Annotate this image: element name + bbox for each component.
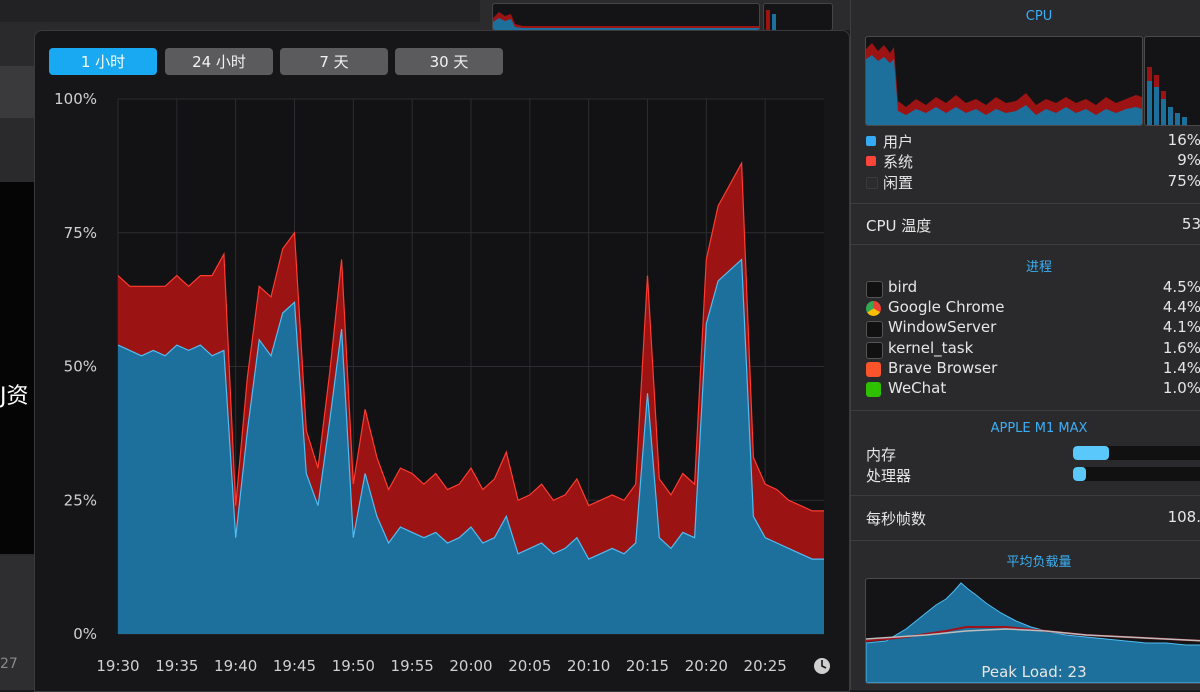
x-tick-label: 20:00 xyxy=(449,657,492,675)
top-mini-chart-2-graph xyxy=(766,10,776,30)
cpu-temperature-label: CPU 温度 xyxy=(866,217,932,235)
peak-load-label: Peak Load: 23 xyxy=(981,663,1087,681)
legend-user-swatch xyxy=(866,136,876,146)
cpu-section-title: CPU xyxy=(1025,9,1053,24)
x-tick-label: 19:45 xyxy=(273,657,316,675)
legend-system-value: 9% xyxy=(1177,151,1200,169)
top-mini-charts xyxy=(480,0,850,31)
chrome-icon xyxy=(866,301,881,316)
background-titlebar xyxy=(0,0,480,22)
fps-value: 108. xyxy=(1167,508,1200,526)
process-name: Google Chrome xyxy=(888,298,1005,316)
top-mini-chart-1 xyxy=(492,3,760,31)
processes-section-title: 进程 xyxy=(1025,260,1052,275)
cpu-mini-chart-cores xyxy=(1144,36,1200,126)
top-mini-chart-2 xyxy=(763,3,833,31)
process-name: Brave Browser xyxy=(888,359,998,377)
divider xyxy=(851,244,1200,245)
gpu-processor-bar xyxy=(1073,467,1200,481)
divider xyxy=(851,495,1200,496)
process-name: WeChat xyxy=(888,379,947,397)
cpu-temperature-value: 53 xyxy=(1181,215,1200,233)
fps-label: 每秒帧数 xyxy=(866,510,927,528)
wechat-icon xyxy=(866,382,881,397)
top-mini-chart-1-graph xyxy=(493,12,759,30)
terminal-icon xyxy=(866,281,883,298)
gpu-processor-label: 处理器 xyxy=(866,467,912,485)
x-tick-label: 19:55 xyxy=(391,657,434,675)
load-average-title: 平均负载量 xyxy=(1006,555,1072,570)
y-tick-label: 50% xyxy=(64,358,97,376)
x-tick-label: 20:10 xyxy=(567,657,610,675)
terminal-icon xyxy=(866,342,883,359)
gpu-memory-bar-fill xyxy=(1073,446,1110,460)
range-1-hour-button[interactable]: 1 小时 xyxy=(49,48,157,75)
legend-idle-value: 75% xyxy=(1167,172,1200,190)
legend-idle-label: 闲置 xyxy=(883,174,914,192)
process-value: 1.0% xyxy=(1162,379,1200,397)
process-value: 1.6% xyxy=(1162,339,1200,357)
x-tick-label: 19:35 xyxy=(155,657,198,675)
x-tick-label: 19:50 xyxy=(332,657,375,675)
process-value: 1.4% xyxy=(1162,359,1200,377)
legend-system-label: 系统 xyxy=(883,153,914,171)
gpu-memory-label: 内存 xyxy=(866,446,897,464)
x-tick-label: 20:05 xyxy=(508,657,551,675)
x-tick-label: 20:25 xyxy=(744,657,787,675)
cpu-history-popup: 100% 75% 50% 25% 0% 19:30 19:35 19:40 19:45 19:50… xyxy=(34,30,850,692)
y-tick-label: 25% xyxy=(64,491,97,509)
range-30-days-button[interactable]: 30 天 xyxy=(395,48,503,75)
brave-icon xyxy=(866,362,881,377)
load-average-chart: Peak Load: 23 xyxy=(865,578,1200,684)
process-value: 4.1% xyxy=(1162,318,1200,336)
gpu-section-title: APPLE M1 MAX xyxy=(990,421,1088,436)
terminal-icon xyxy=(866,321,883,338)
y-tick-label: 100% xyxy=(54,90,97,108)
y-tick-label: 0% xyxy=(73,625,97,643)
legend-system-swatch xyxy=(866,156,876,166)
legend-user-label: 用户 xyxy=(883,133,914,151)
divider xyxy=(851,410,1200,411)
background-number: 27 xyxy=(0,656,18,672)
gpu-memory-bar xyxy=(1073,446,1200,460)
x-tick-label: 20:15 xyxy=(626,657,669,675)
cpu-mini-chart-cores-graph xyxy=(1147,67,1187,125)
process-value: 4.5% xyxy=(1162,278,1200,296)
background-text: J资 xyxy=(0,384,29,409)
cpu-history-chart: 100% 75% 50% 25% 0% 19:30 19:35 19:40 19:45 19:50… xyxy=(54,90,830,675)
x-tick-label: 19:30 xyxy=(96,657,139,675)
process-name: bird xyxy=(888,278,918,296)
process-name: WindowServer xyxy=(888,318,997,336)
x-tick-label: 19:40 xyxy=(214,657,257,675)
cpu-side-panel: CPU 用户 16% 系统 9% 闲置 75% CPU 温度 53 进程 bir… xyxy=(850,0,1200,690)
gpu-processor-bar-fill xyxy=(1073,467,1086,481)
range-7-days-button[interactable]: 7 天 xyxy=(280,48,388,75)
divider xyxy=(851,540,1200,541)
process-name: kernel_task xyxy=(888,339,974,357)
legend-idle-swatch xyxy=(866,177,878,189)
cpu-mini-chart-graph xyxy=(866,43,1142,125)
divider xyxy=(851,203,1200,204)
range-24-hours-button[interactable]: 24 小时 xyxy=(165,48,273,75)
legend-user-value: 16% xyxy=(1167,131,1200,149)
process-value: 4.4% xyxy=(1162,298,1200,316)
cpu-mini-chart xyxy=(865,36,1143,126)
x-tick-label: 20:20 xyxy=(685,657,728,675)
y-tick-label: 75% xyxy=(64,224,97,242)
